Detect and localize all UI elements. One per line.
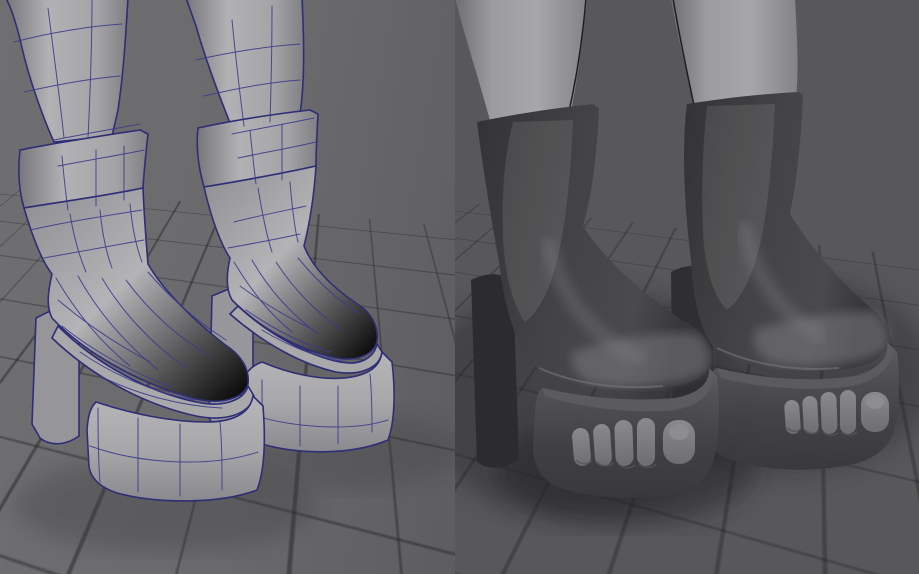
wireframe-render — [6, 0, 455, 551]
left-leg-mesh — [6, 0, 129, 143]
viewport-split — [0, 0, 919, 574]
wireframe-viewport[interactable] — [0, 0, 455, 574]
right-leg-mesh — [185, 0, 305, 129]
xray-render — [455, 0, 919, 525]
shaded-xray-viewport[interactable] — [455, 0, 919, 574]
left-leg-skin — [455, 0, 587, 124]
left-leg-shaded-group — [455, 0, 720, 498]
